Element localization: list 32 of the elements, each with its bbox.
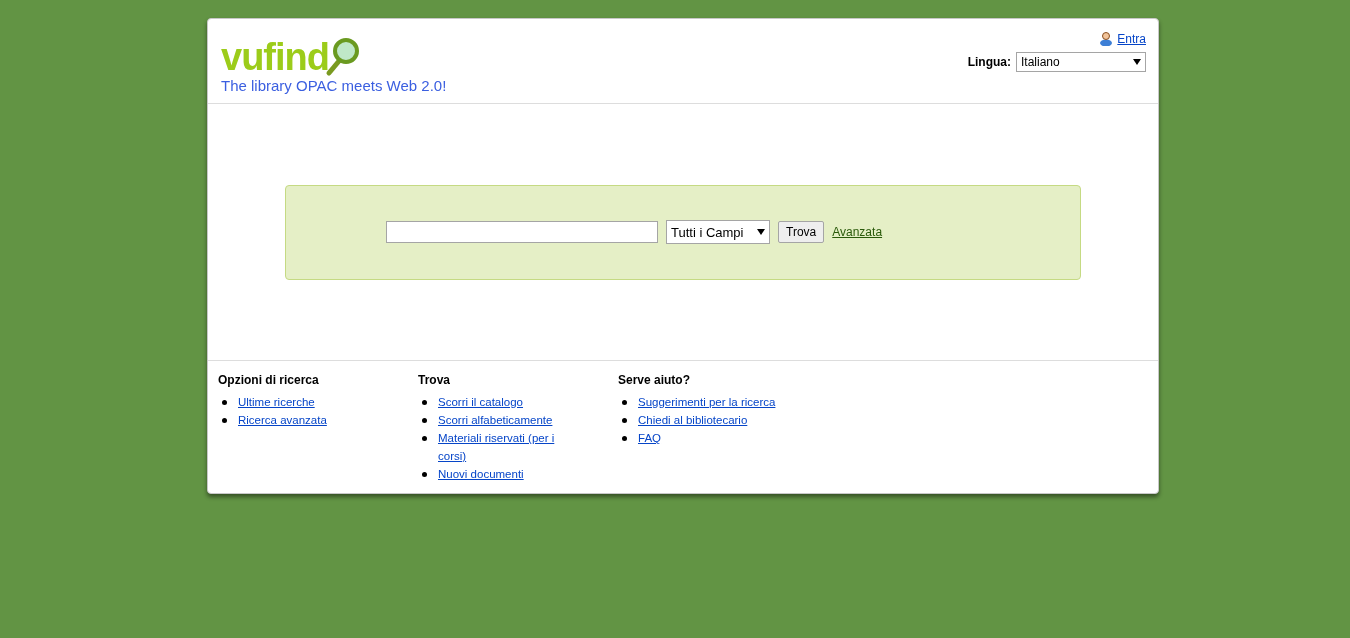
footer-link[interactable]: FAQ <box>638 429 661 447</box>
footer-link[interactable]: Scorri il catalogo <box>438 393 523 411</box>
tagline: The library OPAC meets Web 2.0! <box>221 77 447 94</box>
login-link[interactable]: Entra <box>1117 31 1146 46</box>
footer-link[interactable]: Chiedi al bibliotecario <box>638 411 748 429</box>
footer-heading: Opzioni di ricerca <box>218 373 320 387</box>
footer-link[interactable]: Materiali riservati (per i corsi) <box>438 429 573 465</box>
bullet-icon <box>422 436 427 441</box>
language-label: Lingua: <box>967 55 1011 69</box>
search-type-dropdown[interactable]: Tutti i Campi <box>666 220 770 244</box>
bullet-icon <box>422 400 427 405</box>
caret-icon <box>1133 59 1141 65</box>
caret-icon <box>757 229 765 235</box>
footer-link[interactable]: Nuovi documenti <box>438 465 524 483</box>
bullet-icon <box>222 418 227 423</box>
footer-link[interactable]: Ultime ricerche <box>238 393 315 411</box>
footer-link[interactable]: Ricerca avanzata <box>238 411 327 429</box>
user-icon <box>1099 31 1114 46</box>
bullet-icon <box>422 418 427 423</box>
bullet-icon <box>622 418 627 423</box>
bullet-icon <box>622 436 627 441</box>
search-field[interactable] <box>386 221 658 243</box>
footer-link[interactable]: Suggerimenti per la ricerca <box>638 393 776 411</box>
bullet-icon <box>622 400 627 405</box>
language-dropdown[interactable]: Italiano <box>1016 52 1146 72</box>
advanced-search-link[interactable]: Avanzata <box>832 225 883 239</box>
footer-heading: Trova <box>418 373 451 387</box>
search-button[interactable]: Trova <box>778 221 825 243</box>
footer-heading: Serve aiuto? <box>618 373 692 387</box>
footer-link[interactable]: Scorri alfabeticamente <box>438 411 553 429</box>
bullet-icon <box>422 472 427 477</box>
bullet-icon <box>222 400 227 405</box>
